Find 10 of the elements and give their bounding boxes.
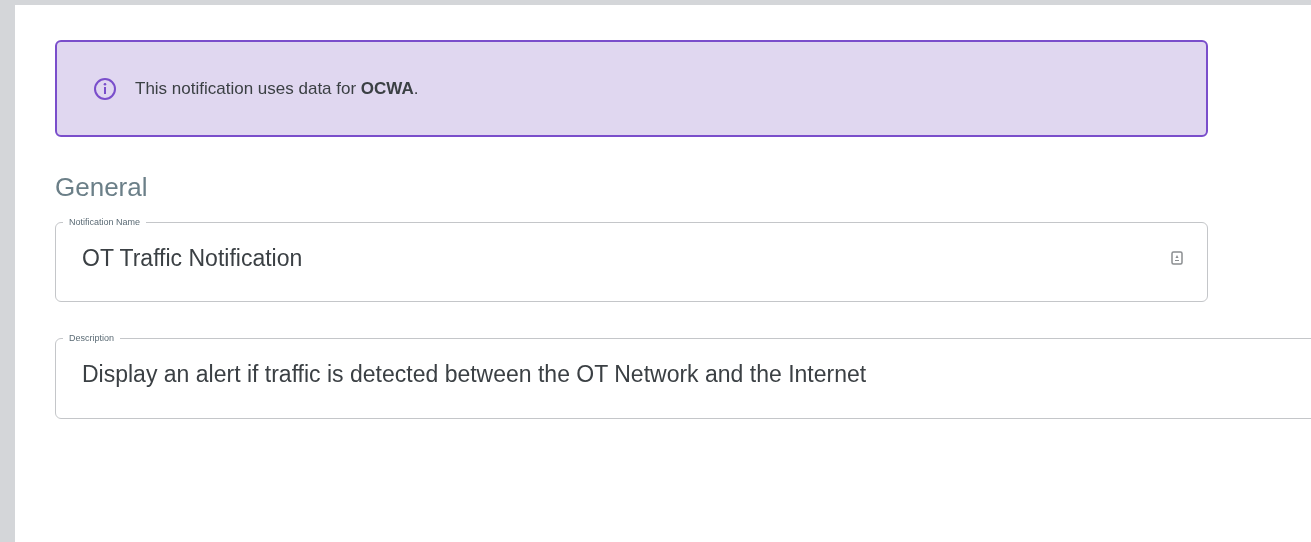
section-heading: General bbox=[55, 171, 149, 204]
field-value: OT Traffic Notification bbox=[82, 240, 1171, 275]
field-value: Display an alert if traffic is detected between the OT Network and the Internet bbox=[82, 357, 1298, 392]
banner-text: This notification uses data for OCWA. bbox=[135, 77, 419, 100]
contact-card-icon[interactable] bbox=[1171, 250, 1183, 265]
text-field[interactable]: Notification Name OT Traffic Notification bbox=[55, 217, 1208, 302]
field-label: Description bbox=[68, 334, 116, 343]
field-label: Notification Name bbox=[68, 217, 142, 227]
info-icon bbox=[93, 76, 117, 101]
text-field[interactable]: Description Display an alert if traffic is detected between the OT Network and the Internet bbox=[55, 334, 1311, 419]
